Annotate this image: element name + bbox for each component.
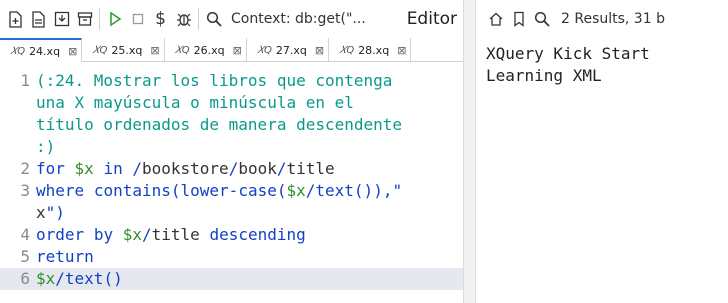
toolbar-separator <box>198 8 199 30</box>
xquery-file-icon: 𝑋Q <box>92 44 108 56</box>
code-editor[interactable]: 1 (:24. Mostrar los libros que contenga … <box>0 70 463 290</box>
tab-28-xq[interactable]: 𝑋Q 28.xq ⊠ <box>329 38 412 62</box>
tab-24-xq[interactable]: 𝑋Q 24.xq ⊠ <box>0 38 83 62</box>
code-text[interactable]: where contains(lower-case($x/text())," <box>36 180 438 202</box>
run-icon[interactable] <box>103 7 126 31</box>
editor-pane: $ Context: db:get("... Editor 𝑋Q 24.xq ⊠… <box>0 0 463 303</box>
line-number <box>0 202 36 224</box>
editor-toolbar: $ Context: db:get("... <box>0 0 463 38</box>
code-text[interactable]: (:24. Mostrar los libros que contenga <box>36 70 438 92</box>
code-line[interactable]: título ordenados de manera descendente <box>0 114 463 136</box>
code-text[interactable]: for $x in /bookstore/book/title <box>36 158 438 180</box>
line-number <box>0 92 36 114</box>
code-line[interactable]: 1 (:24. Mostrar los libros que contenga <box>0 70 463 92</box>
save-icon[interactable] <box>50 7 73 31</box>
xquery-file-icon: 𝑋Q <box>256 44 272 56</box>
tab-label: 27.xq <box>275 43 307 57</box>
tab-label: 25.xq <box>111 43 143 57</box>
code-line[interactable]: 2 for $x in /bookstore/book/title <box>0 158 463 180</box>
tab-bar: 𝑋Q 24.xq ⊠ 𝑋Q 25.xq ⊠ 𝑋Q 26.xq ⊠ 𝑋Q 27.x… <box>0 38 463 62</box>
xquery-file-icon: 𝑋Q <box>339 44 355 56</box>
home-icon[interactable] <box>484 7 507 31</box>
tab-26-xq[interactable]: 𝑋Q 26.xq ⊠ <box>165 38 247 62</box>
line-number: 3 <box>20 181 30 200</box>
search-icon[interactable] <box>202 7 225 31</box>
toolbar-separator <box>99 8 100 30</box>
line-number: 5 <box>20 247 30 266</box>
close-icon[interactable]: ⊠ <box>150 44 159 57</box>
close-icon[interactable]: ⊠ <box>397 44 406 57</box>
code-text[interactable]: order by $x/title descending <box>36 224 438 246</box>
line-number: 6 <box>20 269 30 288</box>
tab-label: 24.xq <box>29 44 61 58</box>
code-text[interactable]: x") <box>36 202 438 224</box>
result-status: 2 Results, 31 b <box>561 11 665 27</box>
code-text[interactable]: $x/text() <box>36 268 438 290</box>
xquery-file-icon: 𝑋Q <box>174 44 190 56</box>
close-icon[interactable]: ⊠ <box>315 44 324 57</box>
tab-27-xq[interactable]: 𝑋Q 27.xq ⊠ <box>247 38 330 62</box>
search-icon[interactable] <box>530 7 553 31</box>
code-text[interactable]: :) <box>36 136 438 158</box>
context-label[interactable]: Context: db:get("... <box>231 11 366 27</box>
code-text[interactable]: una X mayúscula o minúscula en el <box>36 92 438 114</box>
dollar-icon[interactable]: $ <box>149 7 172 31</box>
result-output[interactable]: XQuery Kick Start Learning XML <box>486 43 650 87</box>
pane-splitter[interactable] <box>463 0 476 303</box>
line-number: 2 <box>20 159 30 178</box>
line-number: 1 <box>20 71 30 90</box>
line-number <box>0 114 36 136</box>
result-toolbar: 2 Results, 31 b <box>476 0 728 38</box>
code-line[interactable]: 5 return <box>0 246 463 268</box>
tab-label: 26.xq <box>193 43 225 57</box>
code-line[interactable]: 3 where contains(lower-case($x/text())," <box>0 180 463 202</box>
new-file-icon[interactable] <box>4 7 27 31</box>
tab-label: 28.xq <box>358 43 390 57</box>
open-file-icon[interactable] <box>27 7 50 31</box>
bookmark-icon[interactable] <box>507 7 530 31</box>
code-line[interactable]: x") <box>0 202 463 224</box>
line-number: 4 <box>20 225 30 244</box>
code-line[interactable]: 4 order by $x/title descending <box>0 224 463 246</box>
archive-icon[interactable] <box>73 7 96 31</box>
line-number <box>0 136 36 158</box>
code-text[interactable]: return <box>36 246 438 268</box>
stop-icon[interactable] <box>126 7 149 31</box>
xquery-file-icon: 𝑋Q <box>10 45 26 57</box>
code-line-current[interactable]: 6 $x/text() <box>0 268 463 290</box>
code-line[interactable]: una X mayúscula o minúscula en el <box>0 92 463 114</box>
close-icon[interactable]: ⊠ <box>233 44 242 57</box>
pane-title: Editor <box>406 9 457 29</box>
code-text[interactable]: título ordenados de manera descendente <box>36 114 438 136</box>
tab-25-xq[interactable]: 𝑋Q 25.xq ⊠ <box>82 38 165 62</box>
code-line[interactable]: :) <box>0 136 463 158</box>
close-icon[interactable]: ⊠ <box>68 45 77 58</box>
result-pane: 2 Results, 31 b XQuery Kick Start Learni… <box>476 0 728 303</box>
debug-bug-icon[interactable] <box>172 7 195 31</box>
